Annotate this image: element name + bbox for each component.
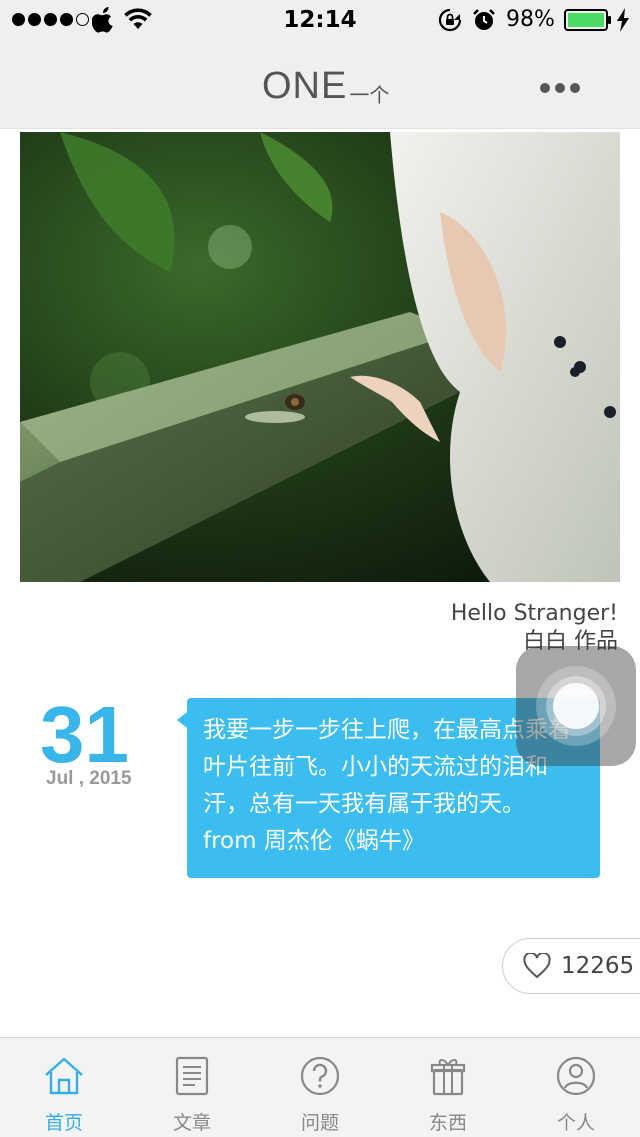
- caption-title: Hello Stranger!: [450, 601, 618, 626]
- tab-profile[interactable]: 个人: [512, 1038, 640, 1137]
- logo-text: ONE: [262, 65, 348, 107]
- question-icon: [300, 1056, 340, 1096]
- charging-icon: [617, 8, 629, 32]
- snail-photo-illustration: [20, 132, 620, 582]
- app-logo: ONE 一个: [262, 62, 389, 106]
- rotation-lock-icon: [438, 8, 462, 32]
- tab-article[interactable]: 文章: [128, 1038, 256, 1137]
- more-dots-icon[interactable]: [540, 80, 580, 96]
- tab-home-label: 首页: [44, 1112, 83, 1134]
- tab-things-label: 东西: [428, 1112, 467, 1134]
- article-icon: [175, 1056, 209, 1096]
- heart-icon: [523, 953, 551, 979]
- gift-icon: [430, 1059, 466, 1096]
- home-icon: [45, 1057, 83, 1095]
- alarm-icon: [473, 9, 495, 30]
- tab-profile-label: 个人: [556, 1112, 595, 1134]
- date-month-year: Jul , 2015: [46, 768, 132, 789]
- nav-bar: ONE 一个: [0, 40, 640, 129]
- tab-article-label: 文章: [172, 1112, 211, 1134]
- status-bar: 12:14 98%: [0, 0, 640, 40]
- tab-question[interactable]: 问题: [256, 1038, 384, 1137]
- person-icon: [556, 1056, 596, 1096]
- tab-question-label: 问题: [300, 1112, 339, 1134]
- like-count: 12265: [561, 953, 635, 979]
- logo-subtext: 一个: [349, 83, 390, 107]
- tab-bar: 首页 文章 问题 东西 个人: [0, 1037, 640, 1137]
- tab-home[interactable]: 首页: [0, 1038, 128, 1137]
- date-day: 31: [40, 690, 129, 779]
- tab-things[interactable]: 东西: [384, 1038, 512, 1137]
- like-button[interactable]: 12265: [502, 938, 640, 994]
- battery-icon: [564, 9, 611, 31]
- battery-percentage: 98%: [506, 7, 555, 32]
- featured-photo[interactable]: [20, 132, 620, 582]
- assistive-touch-button[interactable]: [516, 646, 636, 766]
